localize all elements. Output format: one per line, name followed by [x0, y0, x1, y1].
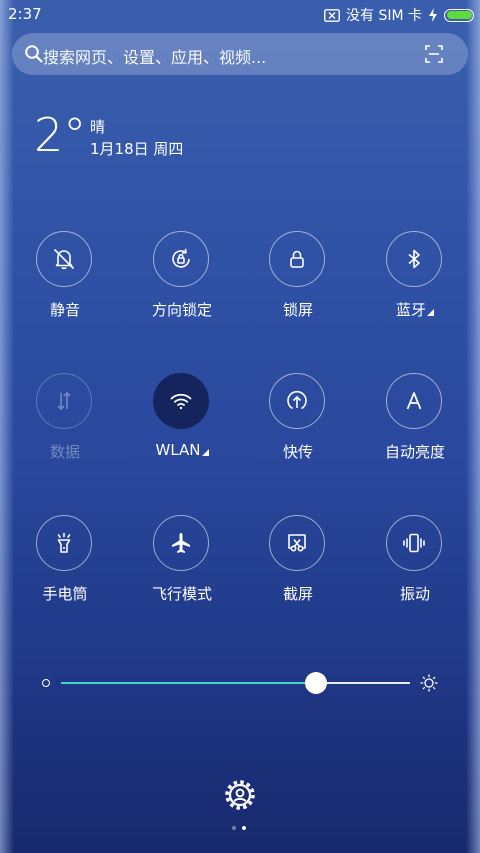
toggle-screenshot-button[interactable] [269, 515, 325, 571]
expand-arrow-icon [427, 309, 434, 316]
page-dot [242, 826, 246, 830]
toggle-bluetooth-button[interactable] [386, 231, 442, 287]
weather-condition: 晴 [90, 118, 106, 136]
battery-icon [444, 8, 474, 22]
toggle-label: 手电筒 [42, 585, 88, 603]
toggle-bluetooth[interactable]: 蓝牙 [360, 231, 470, 331]
toggle-mobile-data-button[interactable] [36, 373, 92, 429]
page-dot [232, 826, 236, 830]
toggle-label: 自动亮度 [384, 443, 445, 461]
toggle-mobile-data[interactable]: 数据 [10, 373, 120, 473]
toggle-mute[interactable]: 静音 [10, 231, 120, 331]
airplane-icon [172, 533, 190, 553]
toggle-label: WLAN [127, 441, 237, 459]
no-sim-icon [324, 8, 340, 22]
scan-icon[interactable] [424, 44, 444, 64]
toggle-lock-screen[interactable]: 锁屏 [243, 231, 353, 331]
brightness-thumb[interactable] [304, 672, 327, 694]
bluetooth-icon [408, 249, 420, 269]
toggle-airplane-mode-button[interactable] [153, 515, 209, 571]
search-icon [25, 45, 43, 63]
settings-gear-icon[interactable] [224, 779, 256, 811]
toggle-lock-screen-button[interactable] [269, 231, 325, 287]
search-bar[interactable]: 搜索网页、设置、应用、视频... [12, 33, 468, 75]
search-input[interactable]: 搜索网页、设置、应用、视频... [43, 44, 266, 68]
toggle-screenshot[interactable]: 截屏 [243, 515, 353, 615]
toggle-label: 锁屏 [282, 301, 313, 319]
toggle-label: 方向锁定 [151, 301, 212, 319]
toggle-label: 快传 [282, 443, 313, 461]
toggle-flashlight[interactable]: 手电筒 [10, 515, 120, 615]
sim-status-text: 没有 SIM 卡 [346, 8, 422, 24]
brightness-fill [61, 682, 316, 684]
weather-date: 1月18日 周四 [90, 140, 184, 158]
weather-temperature: 2° [34, 108, 87, 162]
charging-icon [429, 8, 437, 22]
vibrate-icon [403, 533, 425, 553]
toggle-mute-button[interactable] [36, 231, 92, 287]
toggle-label: 蓝牙 [360, 299, 470, 320]
status-time: 2:37 [8, 5, 42, 23]
rotation-lock-icon [172, 248, 190, 268]
quick-share-icon [287, 390, 307, 410]
wifi-icon [170, 393, 192, 410]
toggle-airplane-mode[interactable]: 飞行模式 [127, 515, 237, 615]
mobile-data-icon [57, 391, 71, 411]
toggle-label: 飞行模式 [151, 585, 212, 603]
status-indicators: 没有 SIM 卡 [324, 5, 474, 25]
lock-icon [290, 250, 304, 268]
bell-off-icon [54, 249, 74, 270]
expand-arrow-icon [201, 449, 209, 456]
brightness-low-icon [42, 679, 50, 687]
toggle-rotation-lock-button[interactable] [153, 231, 209, 287]
toggle-vibrate-button[interactable] [386, 515, 442, 571]
toggle-wlan[interactable]: WLAN [127, 373, 237, 473]
toggle-vibrate[interactable]: 振动 [360, 515, 470, 615]
toggle-flashlight-button[interactable] [36, 515, 92, 571]
toggle-auto-brightness[interactable]: 自动亮度 [360, 373, 470, 473]
toggle-wlan-button[interactable] [153, 373, 209, 429]
toggle-label: 静音 [49, 301, 80, 319]
toggle-quick-share-button[interactable] [269, 373, 325, 429]
toggle-rotation-lock[interactable]: 方向锁定 [127, 231, 237, 331]
status-bar: 2:37 没有 SIM 卡 [0, 0, 480, 28]
brightness-track[interactable] [61, 682, 410, 684]
toggle-label: 振动 [399, 585, 430, 603]
brightness-high-icon [420, 674, 438, 692]
page-indicator [232, 826, 246, 830]
flashlight-icon [57, 532, 71, 553]
toggle-label: 数据 [49, 443, 80, 461]
toggle-quick-share[interactable]: 快传 [243, 373, 353, 473]
battery-level [446, 11, 472, 19]
toggle-label: 截屏 [282, 585, 313, 603]
toggle-auto-brightness-button[interactable] [386, 373, 442, 429]
brightness-slider[interactable] [0, 668, 480, 698]
screenshot-icon [288, 534, 306, 552]
auto-brightness-icon [406, 392, 422, 410]
